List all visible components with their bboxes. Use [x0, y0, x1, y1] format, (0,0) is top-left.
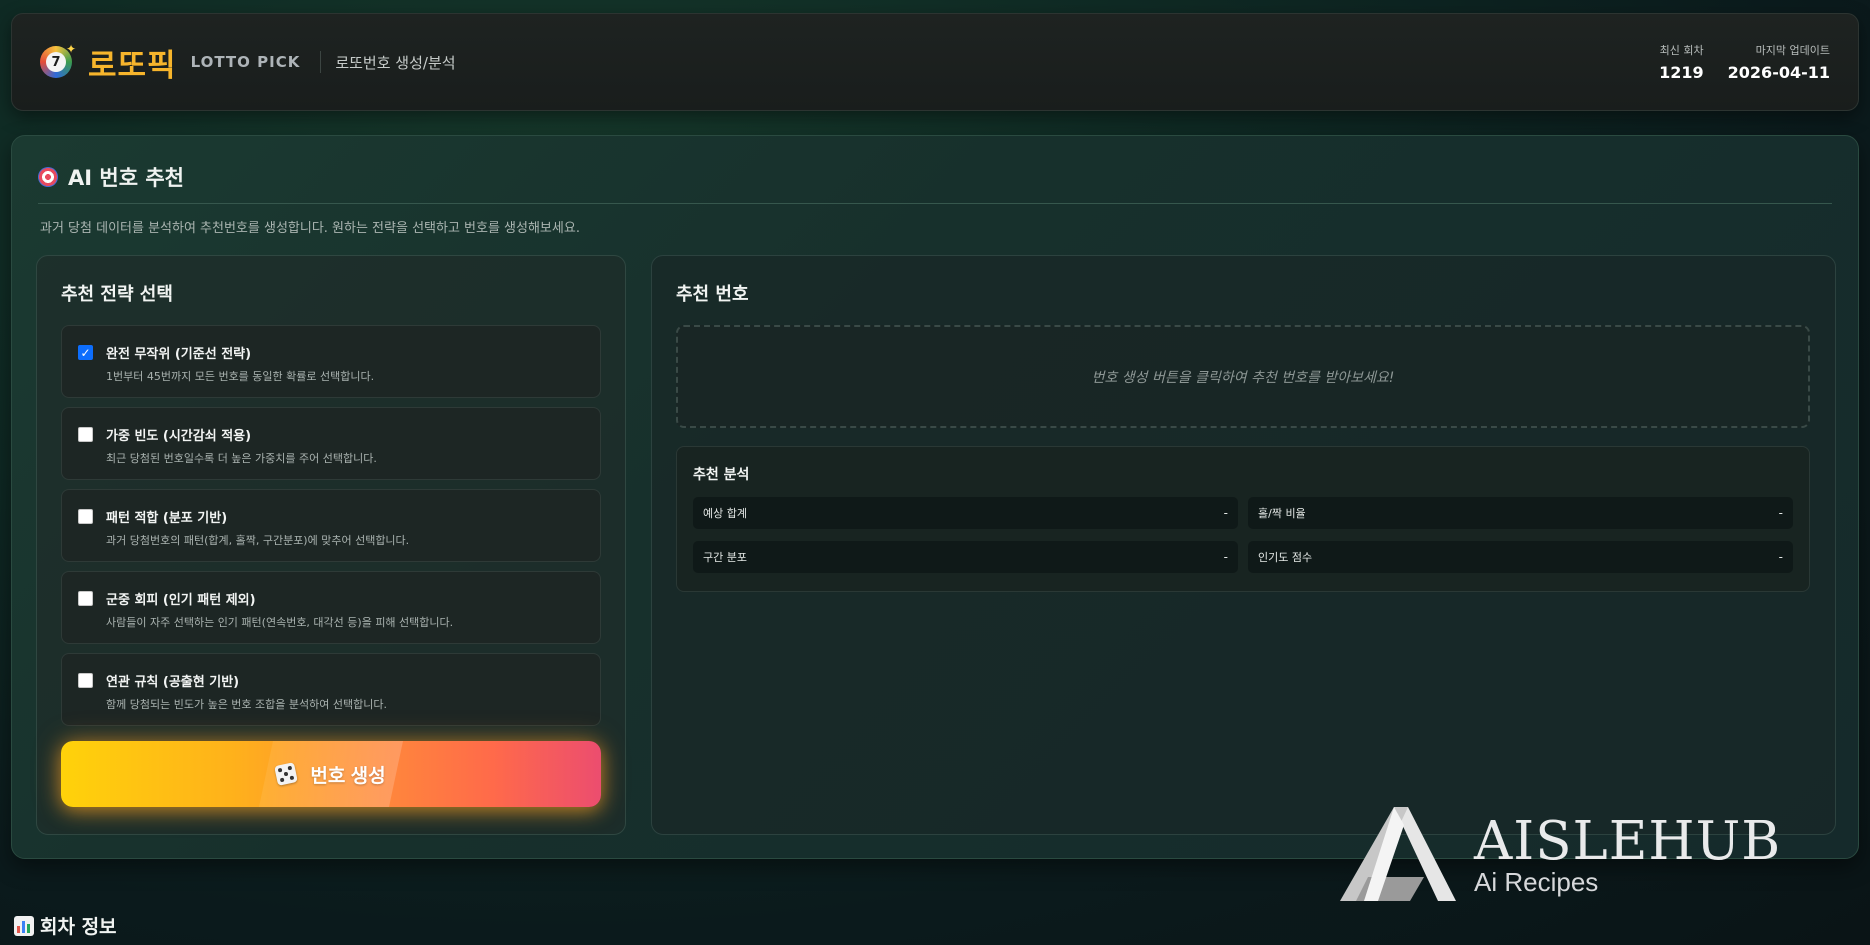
- option-description: 사람들이 자주 선택하는 인기 패턴(연속번호, 대각선 등)을 피해 선택합니…: [106, 616, 454, 629]
- strategy-option-association[interactable]: 연관 규칙 (공출현 기반) 함께 당첨되는 빈도가 높은 번호 조합을 분석하…: [61, 653, 601, 726]
- page: 7 ✦ 로또픽 LOTTO PICK 로또번호 생성/분석 최신 회차 1219…: [0, 0, 1870, 945]
- generate-numbers-button[interactable]: 번호 생성: [61, 741, 601, 807]
- option-description: 과거 당첨번호의 패턴(합계, 홀짝, 구간분포)에 맞추어 선택합니다.: [106, 534, 410, 547]
- brand-subtitle: 로또번호 생성/분석: [335, 53, 456, 72]
- option-description: 최근 당첨된 번호일수록 더 높은 가중치를 주어 선택합니다.: [106, 452, 377, 465]
- strategy-option-pattern[interactable]: 패턴 적합 (분포 기반) 과거 당첨번호의 패턴(합계, 홀짝, 구간분포)에…: [61, 489, 601, 562]
- app-header: 7 ✦ 로또픽 LOTTO PICK 로또번호 생성/분석 최신 회차 1219…: [11, 13, 1859, 111]
- watermark-name: AISLEHUB: [1474, 811, 1782, 872]
- section-title-text: AI 번호 추천: [68, 166, 184, 190]
- aislehub-logo-icon: [1340, 807, 1456, 901]
- numbers-placeholder: 번호 생성 버튼을 클릭하여 추천 번호를 받아보세요!: [676, 325, 1810, 428]
- logo-number: 7: [46, 52, 66, 72]
- result-card: 추천 번호 번호 생성 버튼을 클릭하여 추천 번호를 받아보세요! 추천 분석…: [651, 255, 1836, 835]
- stat-latest-round: 최신 회차 1219: [1659, 42, 1704, 82]
- stat-last-update: 마지막 업데이트 2026-04-11: [1728, 42, 1830, 82]
- header-divider: [320, 51, 322, 73]
- dice-icon: [274, 762, 299, 786]
- checkbox[interactable]: [78, 591, 93, 606]
- section-description: 과거 당첨 데이터를 분석하여 추천번호를 생성합니다. 원하는 전략을 선택하…: [40, 221, 580, 236]
- metric-value: -: [1223, 550, 1228, 564]
- metric-expected-sum: 예상 합계 -: [693, 497, 1238, 529]
- stat-value: 2026-04-11: [1727, 63, 1830, 82]
- watermark-subtitle: Ai Recipes: [1474, 867, 1599, 897]
- option-description: 함께 당첨되는 빈도가 높은 번호 조합을 분석하여 선택합니다.: [106, 698, 387, 711]
- metric-value: -: [1778, 550, 1783, 564]
- option-label: 가중 빈도 (시간감쇠 적용): [106, 429, 252, 444]
- option-label: 패턴 적합 (분포 기반): [106, 511, 228, 526]
- checkbox[interactable]: [78, 673, 93, 688]
- strategy-option-random[interactable]: ✓ 완전 무작위 (기준선 전략) 1번부터 45번까지 모든 번호를 동일한 …: [61, 325, 601, 398]
- option-label: 완전 무작위 (기준선 전략): [106, 347, 252, 362]
- result-title: 추천 번호: [676, 284, 749, 305]
- metric-range-distribution: 구간 분포 -: [693, 541, 1238, 573]
- checkbox[interactable]: [78, 509, 93, 524]
- strategy-option-crowd-avoid[interactable]: 군중 회피 (인기 패턴 제외) 사람들이 자주 선택하는 인기 패턴(연속번호…: [61, 571, 601, 644]
- generate-button-label: 번호 생성: [310, 765, 386, 787]
- round-info-heading: 회차 정보: [14, 912, 117, 939]
- checkbox[interactable]: [78, 427, 93, 442]
- header-stats: 최신 회차 1219 마지막 업데이트 2026-04-11: [1659, 42, 1830, 82]
- section-title: AI 번호 추천: [38, 162, 184, 192]
- analysis-box: 추천 분석 예상 합계 - 홀/짝 비율 - 구간 분포 - 인기도 점수 -: [676, 446, 1810, 592]
- ai-recommend-panel: AI 번호 추천 과거 당첨 데이터를 분석하여 추천번호를 생성합니다. 원하…: [11, 135, 1859, 859]
- metric-odd-even: 홀/짝 비율 -: [1248, 497, 1793, 529]
- metric-popularity-score: 인기도 점수 -: [1248, 541, 1793, 573]
- stat-label: 최신 회차: [1659, 44, 1704, 57]
- metric-value: -: [1223, 506, 1228, 520]
- round-info-title: 회차 정보: [40, 916, 117, 938]
- brand-name[interactable]: 로또픽: [88, 40, 177, 85]
- watermark-text: AISLEHUB Ai Recipes: [1474, 811, 1782, 897]
- watermark: AISLEHUB Ai Recipes: [1338, 805, 1798, 905]
- metric-label: 구간 분포: [703, 551, 747, 564]
- option-description: 1번부터 45번까지 모든 번호를 동일한 확률로 선택합니다.: [106, 370, 375, 383]
- sparkle-icon: ✦: [65, 42, 76, 56]
- metric-label: 홀/짝 비율: [1258, 507, 1306, 520]
- option-label: 연관 규칙 (공출현 기반): [106, 675, 240, 690]
- target-icon: [38, 167, 58, 187]
- bar-chart-icon: [14, 915, 34, 936]
- section-divider: [38, 203, 1832, 204]
- option-label: 군중 회피 (인기 패턴 제외): [106, 593, 256, 608]
- lotto-ball-icon: 7 ✦: [40, 42, 76, 78]
- metric-value: -: [1778, 506, 1783, 520]
- strategy-title: 추천 전략 선택: [61, 284, 173, 305]
- strategy-options: ✓ 완전 무작위 (기준선 전략) 1번부터 45번까지 모든 번호를 동일한 …: [61, 325, 601, 735]
- strategy-card: 추천 전략 선택 ✓ 완전 무작위 (기준선 전략) 1번부터 45번까지 모든…: [36, 255, 626, 835]
- brand-name-english: LOTTO PICK: [190, 53, 301, 71]
- strategy-option-weighted[interactable]: 가중 빈도 (시간감쇠 적용) 최근 당첨된 번호일수록 더 높은 가중치를 주…: [61, 407, 601, 480]
- metric-label: 인기도 점수: [1258, 551, 1313, 564]
- analysis-title: 추천 분석: [693, 467, 750, 483]
- metric-label: 예상 합계: [703, 507, 747, 520]
- checkbox-checked[interactable]: ✓: [78, 345, 93, 360]
- stat-value: 1219: [1659, 63, 1704, 82]
- placeholder-text: 번호 생성 버튼을 클릭하여 추천 번호를 받아보세요!: [1091, 369, 1395, 386]
- stat-label: 마지막 업데이트: [1755, 44, 1830, 57]
